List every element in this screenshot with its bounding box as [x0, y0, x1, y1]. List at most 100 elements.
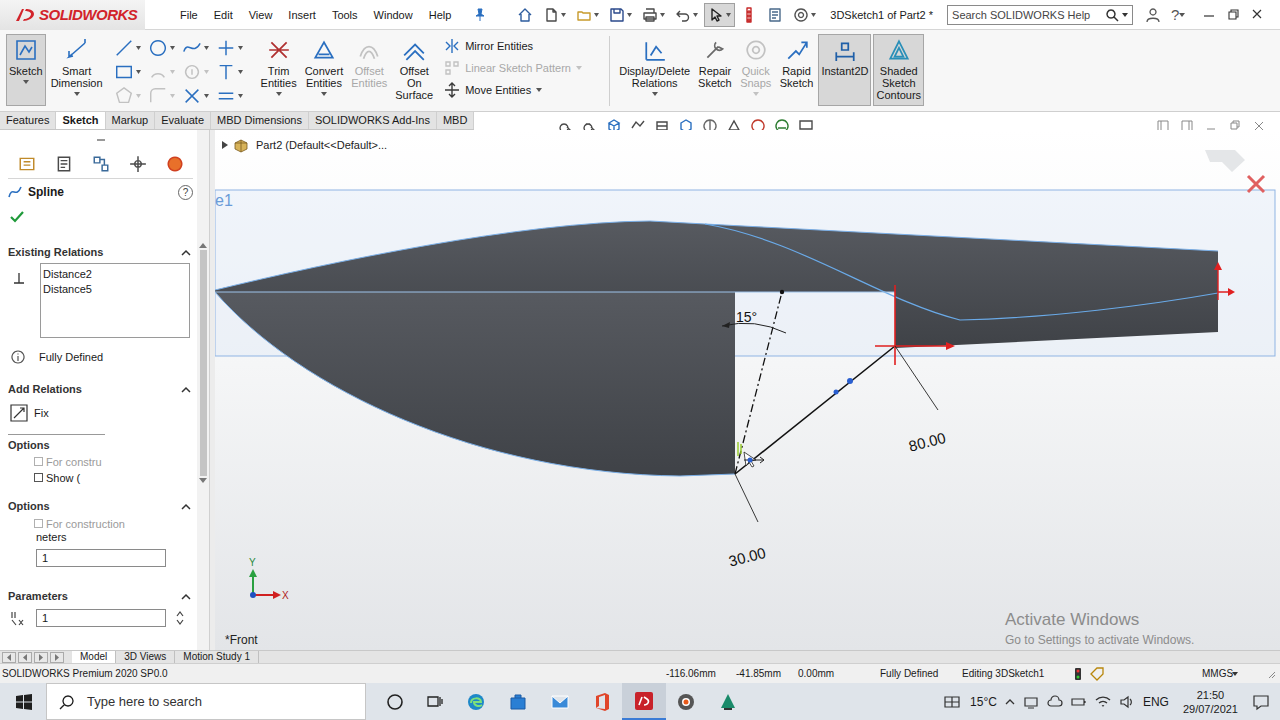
sketch-tool-button[interactable] — [148, 84, 182, 108]
edge-icon[interactable] — [466, 692, 486, 712]
command-button[interactable]: Repair Sketch — [695, 34, 735, 106]
help-button[interactable]: ? — [1171, 6, 1179, 23]
section-header[interactable]: Existing Relations — [8, 243, 193, 261]
help-button[interactable]: ? — [178, 185, 193, 200]
help-search[interactable]: Search SOLIDWORKS Help — [947, 5, 1133, 25]
sketch-point[interactable] — [780, 290, 784, 294]
tab-nav-icon[interactable] — [2, 652, 16, 663]
menu-item[interactable]: File — [172, 9, 206, 21]
command-button[interactable]: Offset Entities — [348, 34, 390, 106]
manager-tab-icon[interactable] — [18, 155, 36, 173]
sketch-tool-button[interactable] — [148, 60, 182, 84]
tab-nav-icon[interactable] — [50, 652, 64, 663]
command-button[interactable]: Quick Snaps — [737, 34, 775, 106]
model-tab[interactable]: Model — [72, 651, 116, 663]
taskbar-app-active[interactable] — [622, 683, 666, 720]
quick-tool-button[interactable] — [671, 3, 702, 27]
angle-dimension[interactable]: 15° — [736, 309, 757, 325]
wifi-icon[interactable] — [1095, 694, 1111, 710]
sketch-canvas[interactable]: 15°80.0030.00YX — [215, 130, 1280, 650]
sketch-tool-button[interactable] — [114, 36, 148, 60]
minimize-icon[interactable] — [1197, 7, 1221, 23]
quick-tool-button[interactable] — [513, 3, 537, 27]
length-dimension[interactable]: 30.00 — [727, 544, 768, 570]
manager-tab-icon[interactable] — [92, 155, 110, 173]
sketch-tool-button[interactable] — [216, 60, 250, 84]
plane-label[interactable]: e1 — [215, 192, 233, 210]
caret-icon[interactable] — [74, 92, 80, 96]
relations-list[interactable]: Distance2Distance5 — [40, 263, 190, 338]
spinner-icon[interactable] — [176, 611, 184, 625]
menu-item[interactable]: Tools — [324, 9, 366, 21]
taskbar-search[interactable]: Type here to search — [46, 683, 366, 720]
option-checkbox[interactable]: For constru — [8, 454, 193, 469]
body-lower[interactable] — [215, 292, 735, 476]
command-button[interactable]: Rapid Sketch — [777, 34, 817, 106]
unit-system[interactable]: MMGS — [1202, 668, 1232, 679]
relation-button[interactable]: Fix — [8, 404, 193, 422]
model-tab[interactable]: Motion Study 1 — [175, 651, 259, 663]
command-button[interactable]: Mirror Entities — [444, 38, 599, 54]
resize-grip-icon[interactable] — [1266, 669, 1276, 679]
office-icon[interactable] — [592, 692, 612, 712]
manager-tab-icon[interactable] — [55, 155, 73, 173]
caret-icon[interactable] — [1232, 672, 1238, 676]
parameter-field[interactable]: 1 — [36, 609, 166, 627]
section-header[interactable]: Parameters — [8, 587, 193, 605]
sketch-tool-button[interactable] — [182, 84, 216, 108]
section-header[interactable]: Options — [8, 497, 193, 515]
notification-icon[interactable] — [1252, 693, 1270, 711]
command-button[interactable]: Move Entities — [444, 82, 599, 98]
command-button[interactable]: Display/Delete Relations — [616, 34, 693, 106]
options-field[interactable]: 1 — [36, 549, 166, 567]
tray-expand-icon[interactable] — [1005, 698, 1015, 706]
option-checkbox[interactable]: Show ( — [8, 470, 193, 485]
quick-tool-button[interactable] — [638, 3, 669, 27]
quick-tool-button[interactable] — [789, 3, 820, 27]
clock[interactable]: 21:5029/07/2021 — [1183, 688, 1238, 716]
command-button[interactable]: Shaded Sketch Contours — [873, 34, 924, 106]
sketch-tool-button[interactable] — [114, 60, 148, 84]
cloud-icon[interactable] — [1047, 694, 1063, 710]
manager-tab-icon[interactable] — [129, 155, 147, 173]
command-tab[interactable]: SOLIDWORKS Add-Ins — [309, 112, 437, 129]
sketch-tool-button[interactable] — [216, 84, 250, 108]
section-header[interactable]: Add Relations — [8, 380, 193, 398]
confirm-icon[interactable] — [1205, 150, 1245, 172]
feature-tree-flyout[interactable]: Part2 (Default<<Default>... — [222, 137, 387, 153]
spline-edge[interactable] — [705, 224, 1218, 320]
command-button[interactable]: Convert Entities — [302, 34, 347, 106]
option-checkbox[interactable]: For construction — [8, 516, 193, 531]
network-icon[interactable] — [1023, 694, 1039, 710]
command-button[interactable]: Smart Dimension — [48, 34, 106, 106]
caret-icon[interactable] — [23, 80, 29, 84]
command-tab[interactable]: Features — [0, 112, 56, 129]
command-tab[interactable]: Evaluate — [155, 112, 211, 129]
length-dimension[interactable]: 80.00 — [907, 429, 948, 455]
command-button[interactable]: Trim Entities — [258, 34, 300, 106]
graphics-area[interactable]: 15°80.0030.00YXPart2 (Default<<Default>.… — [215, 130, 1280, 650]
spline-handle[interactable] — [834, 390, 839, 395]
sketch-point[interactable] — [748, 458, 753, 463]
panel-grip[interactable] — [8, 130, 193, 150]
pin-icon[interactable] — [473, 8, 487, 22]
caret-icon[interactable] — [576, 66, 582, 70]
cancel-icon[interactable] — [1248, 176, 1264, 192]
relation-item[interactable]: Distance2 — [43, 267, 187, 282]
store-icon[interactable] — [508, 692, 528, 712]
quick-tool-button[interactable] — [539, 3, 570, 27]
user-icon[interactable] — [1145, 7, 1161, 23]
close-icon[interactable] — [1245, 7, 1269, 23]
weather-text[interactable]: 15°C — [970, 695, 997, 709]
sketch-tool-button[interactable] — [182, 60, 216, 84]
confirmation-corner[interactable] — [1205, 150, 1264, 192]
sketch-tool-button[interactable] — [114, 84, 148, 108]
quick-tool-button[interactable] — [763, 3, 787, 27]
app-icon[interactable] — [718, 692, 738, 712]
mail-icon[interactable] — [550, 692, 570, 712]
quick-tool-button[interactable] — [704, 3, 735, 27]
sketch-line[interactable] — [735, 346, 895, 474]
weather-icon[interactable] — [942, 694, 962, 710]
command-tab[interactable]: MBD — [437, 112, 474, 129]
command-button[interactable]: Linear Sketch Pattern — [444, 60, 599, 76]
